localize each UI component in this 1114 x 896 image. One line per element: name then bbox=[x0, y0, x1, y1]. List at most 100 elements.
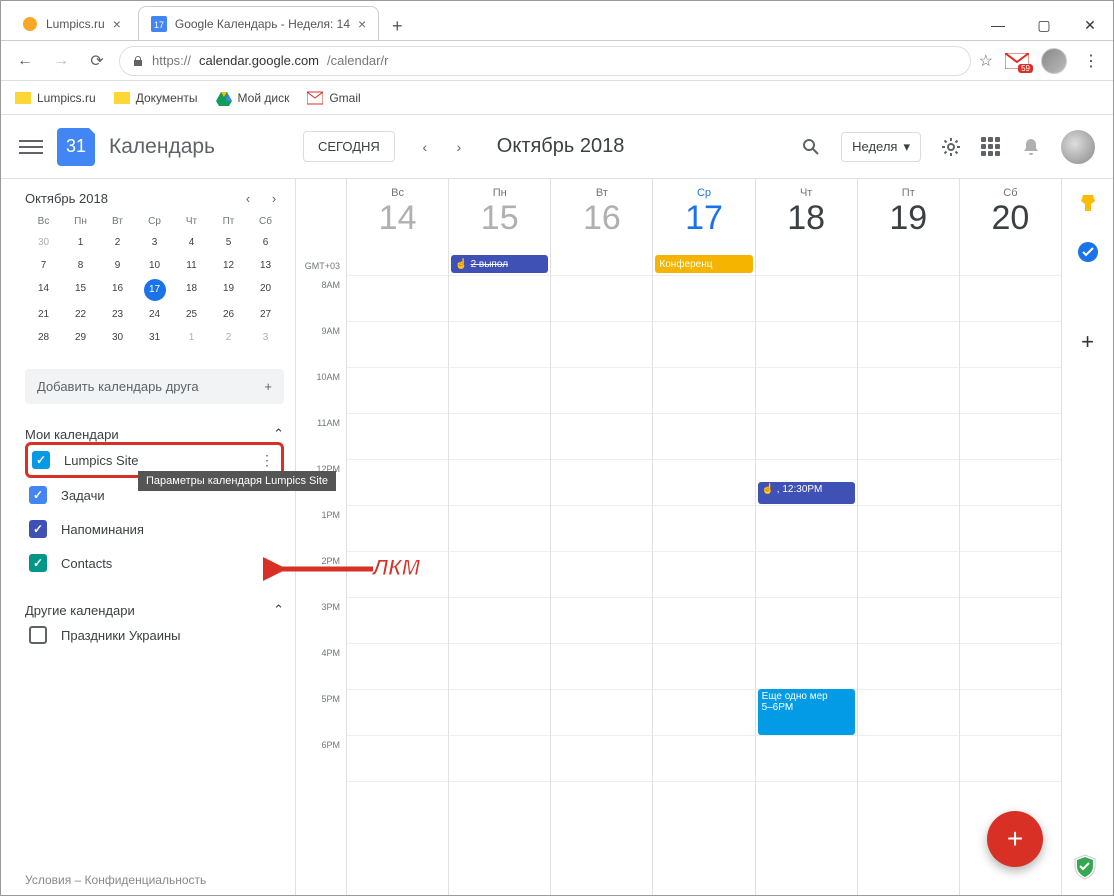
mini-day[interactable]: 14 bbox=[25, 277, 62, 303]
mini-day[interactable]: 6 bbox=[247, 231, 284, 254]
collapse-icon[interactable]: ⌃ bbox=[273, 602, 284, 618]
day-header[interactable]: Ср17Конференц bbox=[652, 179, 754, 275]
calendar-checkbox[interactable] bbox=[29, 554, 47, 572]
tasks-icon[interactable] bbox=[1077, 241, 1099, 263]
allday-event[interactable]: ☝2 выпол bbox=[451, 255, 548, 273]
calendar-item[interactable]: Праздники Украины bbox=[25, 618, 284, 652]
day-header[interactable]: Чт18 bbox=[755, 179, 857, 275]
mini-day[interactable]: 23 bbox=[99, 303, 136, 326]
mini-day[interactable]: 16 bbox=[99, 277, 136, 303]
mini-day[interactable]: 27 bbox=[247, 303, 284, 326]
browser-tab-1[interactable]: Lumpics.ru × bbox=[9, 6, 134, 40]
mini-day[interactable]: 29 bbox=[62, 326, 99, 349]
gmail-notifier[interactable]: 59 bbox=[1005, 53, 1029, 69]
main-menu-icon[interactable] bbox=[19, 135, 43, 159]
reload-button[interactable]: ⟳ bbox=[83, 47, 111, 75]
allday-event[interactable]: Конференц bbox=[655, 255, 752, 273]
mini-day[interactable]: 13 bbox=[247, 254, 284, 277]
mini-day[interactable]: 17 bbox=[144, 279, 166, 301]
day-column[interactable] bbox=[346, 275, 448, 895]
mini-day[interactable]: 2 bbox=[99, 231, 136, 254]
address-bar[interactable]: https://calendar.google.com/calendar/r bbox=[119, 46, 971, 76]
calendar-item[interactable]: Contacts bbox=[25, 546, 284, 580]
window-close[interactable]: ✕ bbox=[1067, 1, 1113, 49]
close-icon[interactable]: × bbox=[358, 16, 366, 32]
day-header[interactable]: Сб20 bbox=[959, 179, 1061, 275]
mini-day[interactable]: 4 bbox=[173, 231, 210, 254]
view-selector[interactable]: Неделя▾ bbox=[841, 132, 921, 162]
calendar-event[interactable]: Еще одно мер 5–6PM bbox=[758, 689, 855, 735]
addons-plus-icon[interactable]: + bbox=[1081, 329, 1094, 355]
day-column[interactable] bbox=[448, 275, 550, 895]
today-button[interactable]: СЕГОДНЯ bbox=[303, 131, 395, 162]
bookmark-star-icon[interactable]: ☆ bbox=[979, 51, 993, 71]
mini-day[interactable]: 18 bbox=[173, 277, 210, 303]
create-event-fab[interactable]: + bbox=[987, 811, 1043, 867]
settings-gear-icon[interactable] bbox=[935, 131, 967, 163]
bookmark-item[interactable]: Мой диск bbox=[216, 90, 290, 106]
mini-day[interactable]: 26 bbox=[210, 303, 247, 326]
mini-prev-month[interactable]: ‹ bbox=[238, 191, 258, 206]
mini-day[interactable]: 24 bbox=[136, 303, 173, 326]
browser-menu-icon[interactable]: ⋮ bbox=[1079, 51, 1103, 71]
adguard-shield-icon[interactable] bbox=[1071, 853, 1099, 881]
mini-day[interactable]: 3 bbox=[247, 326, 284, 349]
mini-day[interactable]: 20 bbox=[247, 277, 284, 303]
add-friend-calendar[interactable]: Добавить календарь друга + bbox=[25, 369, 284, 404]
next-week-button[interactable]: › bbox=[443, 131, 475, 163]
mini-day[interactable]: 28 bbox=[25, 326, 62, 349]
mini-calendar[interactable]: ВсПнВтСрЧтПтСб30123456789101112131415161… bbox=[25, 212, 284, 349]
mini-day[interactable]: 7 bbox=[25, 254, 62, 277]
prev-week-button[interactable]: ‹ bbox=[409, 131, 441, 163]
mini-day[interactable]: 11 bbox=[173, 254, 210, 277]
forward-button[interactable]: → bbox=[47, 47, 75, 75]
footer-links[interactable]: Условия – Конфиденциальность bbox=[25, 861, 284, 895]
day-column[interactable] bbox=[550, 275, 652, 895]
window-maximize[interactable]: ▢ bbox=[1021, 1, 1067, 49]
mini-day[interactable]: 3 bbox=[136, 231, 173, 254]
mini-day[interactable]: 15 bbox=[62, 277, 99, 303]
calendar-event[interactable]: ☝ , 12:30PM bbox=[758, 482, 855, 504]
calendar-options-icon[interactable]: ⋮ bbox=[257, 452, 277, 469]
browser-profile-avatar[interactable] bbox=[1041, 48, 1067, 74]
notifications-bell-icon[interactable] bbox=[1015, 131, 1047, 163]
mini-next-month[interactable]: › bbox=[264, 191, 284, 206]
day-header[interactable]: Вт16 bbox=[550, 179, 652, 275]
calendar-checkbox[interactable] bbox=[29, 486, 47, 504]
mini-day[interactable]: 8 bbox=[62, 254, 99, 277]
browser-tab-2[interactable]: 17 Google Календарь - Неделя: 14 × bbox=[138, 6, 379, 40]
day-column[interactable] bbox=[959, 275, 1061, 895]
mini-day[interactable]: 25 bbox=[173, 303, 210, 326]
calendar-checkbox[interactable] bbox=[32, 451, 50, 469]
mini-day[interactable]: 30 bbox=[99, 326, 136, 349]
mini-day[interactable]: 22 bbox=[62, 303, 99, 326]
calendar-checkbox[interactable] bbox=[29, 520, 47, 538]
mini-day[interactable]: 21 bbox=[25, 303, 62, 326]
window-minimize[interactable]: — bbox=[975, 1, 1021, 49]
mini-day[interactable]: 31 bbox=[136, 326, 173, 349]
keep-icon[interactable] bbox=[1077, 193, 1099, 215]
mini-day[interactable]: 19 bbox=[210, 277, 247, 303]
mini-day[interactable]: 2 bbox=[210, 326, 247, 349]
mini-day[interactable]: 1 bbox=[173, 326, 210, 349]
day-header[interactable]: Пн15☝2 выпол bbox=[448, 179, 550, 275]
day-column[interactable] bbox=[652, 275, 754, 895]
day-column[interactable] bbox=[857, 275, 959, 895]
day-header[interactable]: Вс14 bbox=[346, 179, 448, 275]
collapse-icon[interactable]: ⌃ bbox=[273, 426, 284, 442]
mini-day[interactable]: 30 bbox=[25, 231, 62, 254]
bookmark-item[interactable]: Документы bbox=[114, 90, 198, 106]
account-avatar[interactable] bbox=[1061, 130, 1095, 164]
calendar-item[interactable]: Lumpics Site⋮Параметры календаря Lumpics… bbox=[25, 442, 284, 478]
back-button[interactable]: ← bbox=[11, 47, 39, 75]
day-header[interactable]: Пт19 bbox=[857, 179, 959, 275]
new-tab-button[interactable]: + bbox=[383, 12, 411, 40]
mini-day[interactable]: 10 bbox=[136, 254, 173, 277]
calendar-item[interactable]: Напоминания bbox=[25, 512, 284, 546]
bookmark-item[interactable]: Lumpics.ru bbox=[15, 90, 96, 106]
mini-day[interactable]: 1 bbox=[62, 231, 99, 254]
mini-day[interactable]: 9 bbox=[99, 254, 136, 277]
mini-day[interactable]: 12 bbox=[210, 254, 247, 277]
search-icon[interactable] bbox=[795, 131, 827, 163]
google-apps-icon[interactable] bbox=[981, 137, 1001, 157]
